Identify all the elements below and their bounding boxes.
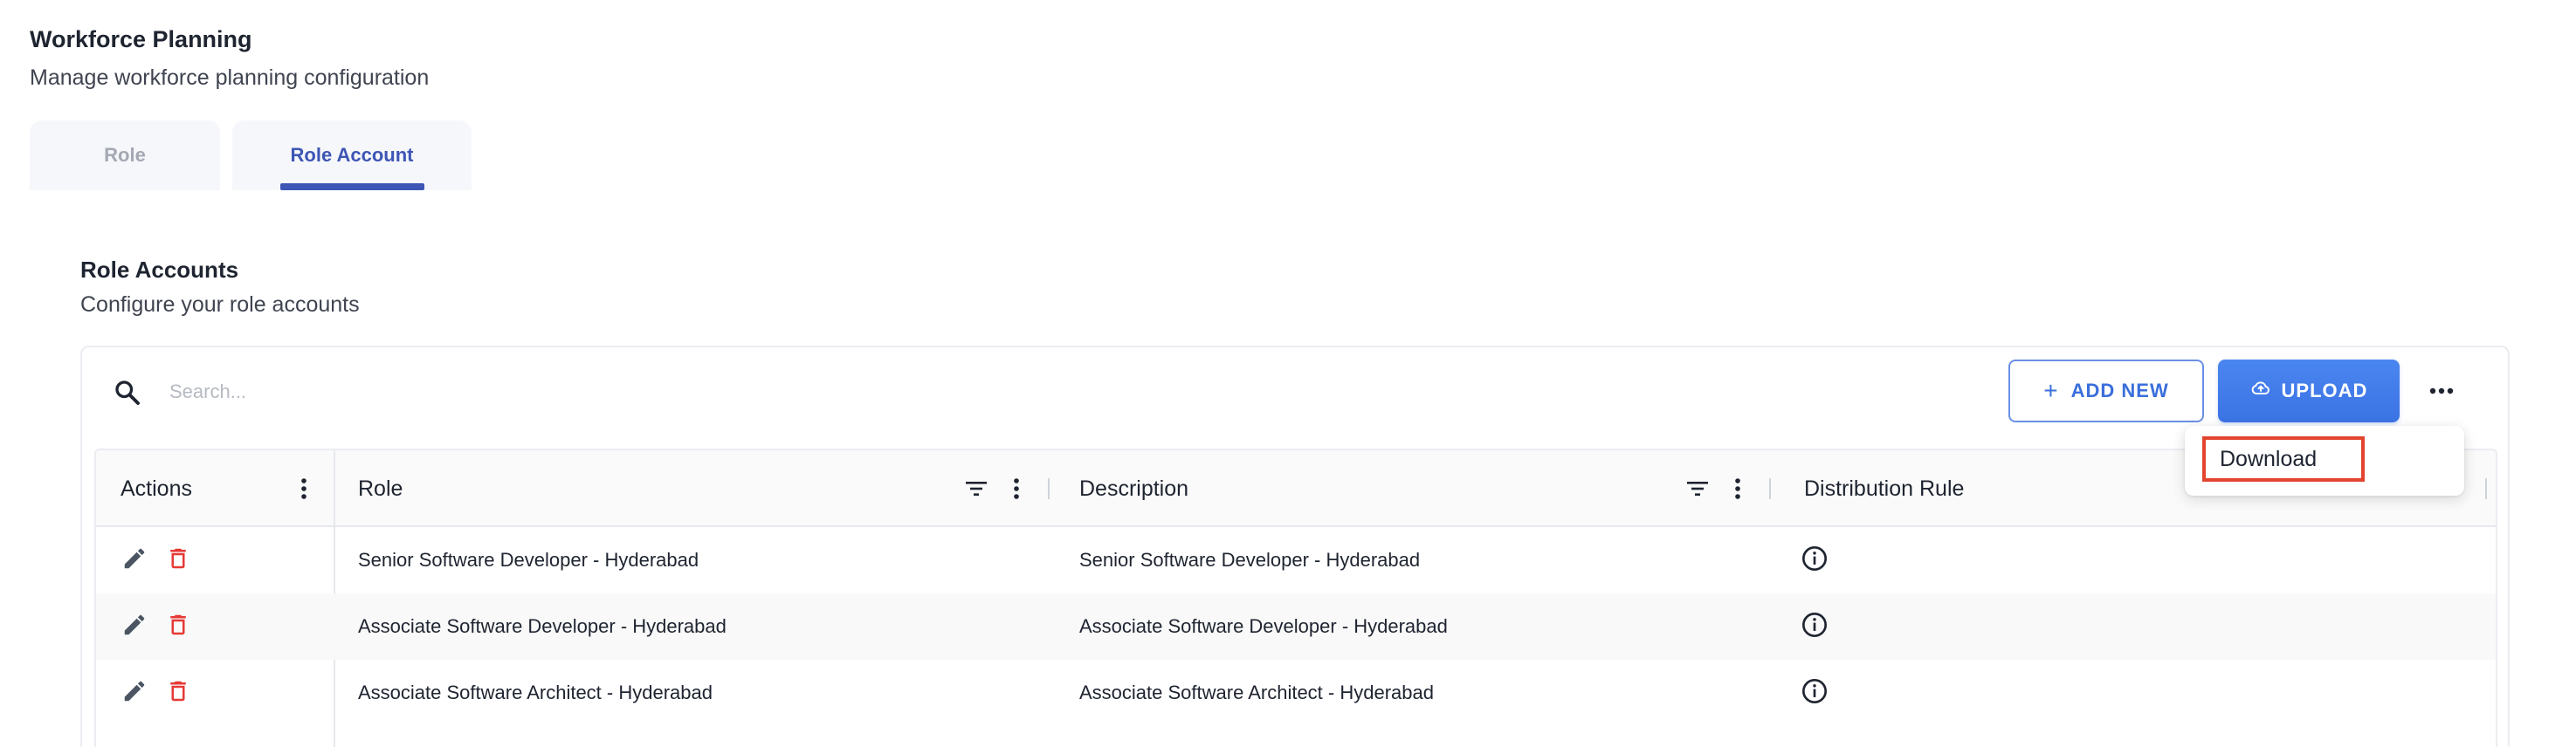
- table-row: Associate Software Architect - Hyderabad…: [96, 660, 2496, 726]
- pencil-icon[interactable]: [119, 543, 150, 574]
- info-icon[interactable]: [1799, 675, 1830, 707]
- tab-role-label: Role: [104, 144, 146, 166]
- table-header: Actions Role Description Distribution Ru…: [96, 450, 2496, 527]
- column-label-distribution-rule: Distribution Rule: [1804, 476, 1965, 501]
- description-cell: Associate Software Developer - Hyderabad: [1079, 615, 1448, 637]
- more-options-button[interactable]: [2419, 368, 2464, 414]
- description-cell: Associate Software Architect - Hyderabad: [1079, 682, 1434, 703]
- search-icon: [112, 377, 143, 408]
- cloud-upload-icon: [2250, 378, 2271, 404]
- column-resize-handle[interactable]: [1769, 478, 1771, 499]
- filter-icon[interactable]: [962, 475, 990, 503]
- role-accounts-table: Actions Role Description Distribution Ru…: [94, 449, 2497, 747]
- add-new-label: ADD NEW: [2070, 380, 2169, 401]
- plus-icon: +: [2043, 377, 2059, 404]
- column-label-description: Description: [1079, 476, 1189, 501]
- pencil-icon[interactable]: [119, 675, 150, 707]
- section-subtitle: Configure your role accounts: [80, 292, 360, 317]
- tab-bar: Role Role Account: [30, 120, 472, 190]
- download-menu-item[interactable]: Download: [2202, 436, 2365, 482]
- table-row: Associate Software Developer - Hyderabad…: [96, 593, 2496, 660]
- pencil-icon[interactable]: [119, 609, 150, 641]
- vertical-dots-icon[interactable]: [1724, 475, 1752, 503]
- trash-icon[interactable]: [162, 675, 194, 707]
- role-accounts-card: + ADD NEW UPLOAD Actions Role: [80, 346, 2510, 747]
- add-new-button[interactable]: + ADD NEW: [2008, 360, 2204, 422]
- column-label-role: Role: [358, 476, 403, 501]
- role-cell: Associate Software Developer - Hyderabad: [358, 615, 727, 637]
- description-cell: Senior Software Developer - Hyderabad: [1079, 549, 1421, 571]
- column-header-role: Role: [334, 450, 1055, 525]
- filter-icon[interactable]: [1684, 475, 1712, 503]
- trash-icon[interactable]: [162, 543, 194, 574]
- column-resize-handle[interactable]: [1048, 478, 1050, 499]
- column-label-actions: Actions: [121, 476, 192, 501]
- tab-role[interactable]: Role: [30, 120, 220, 190]
- vertical-dots-icon[interactable]: [290, 475, 318, 503]
- info-icon[interactable]: [1799, 609, 1830, 641]
- tab-role-account[interactable]: Role Account: [232, 120, 472, 190]
- section-title: Role Accounts: [80, 257, 239, 283]
- vertical-dots-icon[interactable]: [1002, 475, 1030, 503]
- info-icon[interactable]: [1799, 543, 1830, 574]
- section-header: Role Accounts Configure your role accoun…: [80, 255, 360, 319]
- page-subtitle: Manage workforce planning configuration: [30, 65, 430, 90]
- role-cell: Senior Software Developer - Hyderabad: [358, 549, 699, 571]
- role-cell: Associate Software Architect - Hyderabad: [358, 682, 713, 703]
- column-resize-handle[interactable]: [2485, 478, 2487, 499]
- more-options-menu: Download: [2185, 426, 2464, 496]
- column-header-description: Description: [1055, 450, 1776, 525]
- trash-icon[interactable]: [162, 609, 194, 641]
- page-header: Workforce Planning Manage workforce plan…: [30, 24, 429, 93]
- page-title: Workforce Planning: [30, 26, 252, 52]
- search-input[interactable]: [169, 372, 955, 412]
- tab-role-account-label: Role Account: [290, 144, 414, 166]
- upload-button[interactable]: UPLOAD: [2218, 360, 2400, 422]
- column-header-actions: Actions: [96, 450, 334, 525]
- table-row: Senior Software Developer - Hyderabad Se…: [96, 527, 2496, 593]
- horizontal-dots-icon: [2429, 383, 2454, 399]
- active-tab-indicator: [280, 183, 424, 190]
- upload-label: UPLOAD: [2281, 380, 2368, 401]
